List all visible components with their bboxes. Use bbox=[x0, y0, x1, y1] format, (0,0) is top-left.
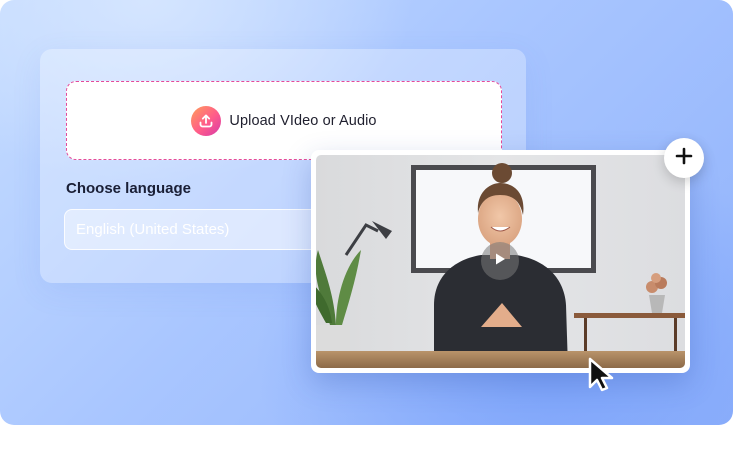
mouse-cursor-icon bbox=[586, 357, 620, 393]
upload-icon bbox=[191, 105, 222, 136]
play-button[interactable] bbox=[481, 242, 519, 280]
play-icon bbox=[492, 251, 508, 272]
plus-icon bbox=[675, 147, 693, 170]
choose-language-label: Choose language bbox=[66, 180, 192, 197]
upload-dropzone[interactable]: Upload VIdeo or Audio bbox=[66, 81, 502, 160]
upload-label: Upload VIdeo or Audio bbox=[229, 112, 377, 129]
add-button[interactable] bbox=[664, 138, 704, 178]
